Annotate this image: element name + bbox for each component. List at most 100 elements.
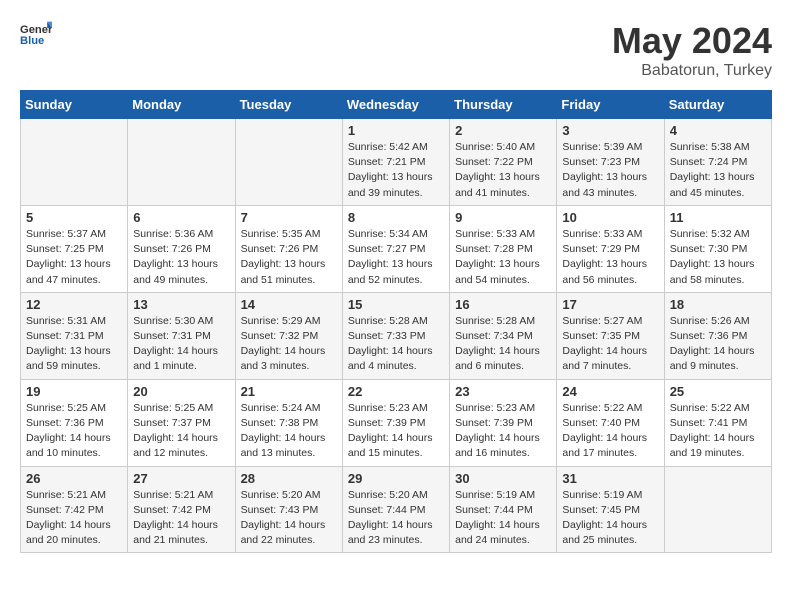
cell-details: Sunrise: 5:24 AM Sunset: 7:38 PM Dayligh… (241, 401, 337, 462)
day-number: 22 (348, 384, 444, 399)
header-sunday: Sunday (21, 91, 128, 119)
day-number: 17 (562, 297, 658, 312)
table-row: 25Sunrise: 5:22 AM Sunset: 7:41 PM Dayli… (664, 379, 771, 466)
cell-details: Sunrise: 5:36 AM Sunset: 7:26 PM Dayligh… (133, 227, 229, 288)
day-number: 30 (455, 471, 551, 486)
day-number: 3 (562, 123, 658, 138)
day-number: 27 (133, 471, 229, 486)
day-number: 29 (348, 471, 444, 486)
calendar-body: 1Sunrise: 5:42 AM Sunset: 7:21 PM Daylig… (21, 119, 772, 553)
table-row: 11Sunrise: 5:32 AM Sunset: 7:30 PM Dayli… (664, 205, 771, 292)
day-number: 16 (455, 297, 551, 312)
day-number: 2 (455, 123, 551, 138)
cell-details: Sunrise: 5:21 AM Sunset: 7:42 PM Dayligh… (26, 488, 122, 549)
table-row: 8 Sunrise: 5:34 AM Sunset: 7:27 PM Daylig… (342, 205, 449, 292)
week-row-1: 5 Sunrise: 5:37 AM Sunset: 7:25 PM Daylig… (21, 205, 772, 292)
cell-details: Sunrise: 5:27 AM Sunset: 7:35 PM Dayligh… (562, 314, 658, 375)
cell-details: Sunrise: 5:38 AM Sunset: 7:24 PM Dayligh… (670, 140, 766, 201)
title-area: May 2024 Babatorun, Turkey (612, 20, 772, 80)
day-number: 6 (133, 210, 229, 225)
table-row: 5 Sunrise: 5:37 AM Sunset: 7:25 PM Daylig… (21, 205, 128, 292)
day-number: 12 (26, 297, 122, 312)
table-row: 4 Sunrise: 5:38 AM Sunset: 7:24 PM Daylig… (664, 119, 771, 206)
cell-details: Sunrise: 5:19 AM Sunset: 7:44 PM Dayligh… (455, 488, 551, 549)
logo: General Blue (20, 20, 52, 48)
cell-details: Sunrise: 5:20 AM Sunset: 7:43 PM Dayligh… (241, 488, 337, 549)
day-number: 9 (455, 210, 551, 225)
header-saturday: Saturday (664, 91, 771, 119)
day-number: 23 (455, 384, 551, 399)
day-number: 15 (348, 297, 444, 312)
cell-details: Sunrise: 5:19 AM Sunset: 7:45 PM Dayligh… (562, 488, 658, 549)
weekday-header-row: Sunday Monday Tuesday Wednesday Thursday… (21, 91, 772, 119)
cell-details: Sunrise: 5:26 AM Sunset: 7:36 PM Dayligh… (670, 314, 766, 375)
table-row (664, 466, 771, 553)
cell-details: Sunrise: 5:33 AM Sunset: 7:28 PM Dayligh… (455, 227, 551, 288)
table-row: 15Sunrise: 5:28 AM Sunset: 7:33 PM Dayli… (342, 292, 449, 379)
header-monday: Monday (128, 91, 235, 119)
day-number: 18 (670, 297, 766, 312)
table-row: 21Sunrise: 5:24 AM Sunset: 7:38 PM Dayli… (235, 379, 342, 466)
day-number: 7 (241, 210, 337, 225)
cell-details: Sunrise: 5:31 AM Sunset: 7:31 PM Dayligh… (26, 314, 122, 375)
cell-details: Sunrise: 5:23 AM Sunset: 7:39 PM Dayligh… (348, 401, 444, 462)
table-row: 16 Sunrise: 5:28 AM Sunset: 7:34 PM Dayli… (450, 292, 557, 379)
day-number: 14 (241, 297, 337, 312)
cell-details: Sunrise: 5:33 AM Sunset: 7:29 PM Dayligh… (562, 227, 658, 288)
week-row-3: 19Sunrise: 5:25 AM Sunset: 7:36 PM Dayli… (21, 379, 772, 466)
table-row: 17 Sunrise: 5:27 AM Sunset: 7:35 PM Dayli… (557, 292, 664, 379)
day-number: 19 (26, 384, 122, 399)
cell-details: Sunrise: 5:39 AM Sunset: 7:23 PM Dayligh… (562, 140, 658, 201)
cell-details: Sunrise: 5:28 AM Sunset: 7:34 PM Dayligh… (455, 314, 551, 375)
table-row: 14 Sunrise: 5:29 AM Sunset: 7:32 PM Dayli… (235, 292, 342, 379)
logo-icon: General Blue (20, 20, 52, 48)
table-row: 9 Sunrise: 5:33 AM Sunset: 7:28 PM Daylig… (450, 205, 557, 292)
table-row: 12 Sunrise: 5:31 AM Sunset: 7:31 PM Dayli… (21, 292, 128, 379)
day-number: 1 (348, 123, 444, 138)
table-row: 26 Sunrise: 5:21 AM Sunset: 7:42 PM Dayli… (21, 466, 128, 553)
header-wednesday: Wednesday (342, 91, 449, 119)
cell-details: Sunrise: 5:23 AM Sunset: 7:39 PM Dayligh… (455, 401, 551, 462)
table-row: 28 Sunrise: 5:20 AM Sunset: 7:43 PM Dayli… (235, 466, 342, 553)
week-row-4: 26 Sunrise: 5:21 AM Sunset: 7:42 PM Dayli… (21, 466, 772, 553)
table-row: 23 Sunrise: 5:23 AM Sunset: 7:39 PM Dayli… (450, 379, 557, 466)
week-row-2: 12 Sunrise: 5:31 AM Sunset: 7:31 PM Dayli… (21, 292, 772, 379)
calendar-table: Sunday Monday Tuesday Wednesday Thursday… (20, 90, 772, 553)
calendar-header: General Blue May 2024 Babatorun, Turkey (20, 20, 772, 80)
cell-details: Sunrise: 5:30 AM Sunset: 7:31 PM Dayligh… (133, 314, 229, 375)
table-row: 7 Sunrise: 5:35 AM Sunset: 7:26 PM Daylig… (235, 205, 342, 292)
week-row-0: 1Sunrise: 5:42 AM Sunset: 7:21 PM Daylig… (21, 119, 772, 206)
table-row: 2 Sunrise: 5:40 AM Sunset: 7:22 PM Daylig… (450, 119, 557, 206)
table-row (235, 119, 342, 206)
table-row: 20Sunrise: 5:25 AM Sunset: 7:37 PM Dayli… (128, 379, 235, 466)
table-row: 27 Sunrise: 5:21 AM Sunset: 7:42 PM Dayli… (128, 466, 235, 553)
header-friday: Friday (557, 91, 664, 119)
cell-details: Sunrise: 5:37 AM Sunset: 7:25 PM Dayligh… (26, 227, 122, 288)
table-row (128, 119, 235, 206)
day-number: 26 (26, 471, 122, 486)
day-number: 8 (348, 210, 444, 225)
table-row: 18 Sunrise: 5:26 AM Sunset: 7:36 PM Dayli… (664, 292, 771, 379)
header-tuesday: Tuesday (235, 91, 342, 119)
svg-text:Blue: Blue (20, 35, 44, 47)
table-row: 3 Sunrise: 5:39 AM Sunset: 7:23 PM Daylig… (557, 119, 664, 206)
table-row: 30 Sunrise: 5:19 AM Sunset: 7:44 PM Dayli… (450, 466, 557, 553)
cell-details: Sunrise: 5:22 AM Sunset: 7:40 PM Dayligh… (562, 401, 658, 462)
table-row (21, 119, 128, 206)
cell-details: Sunrise: 5:35 AM Sunset: 7:26 PM Dayligh… (241, 227, 337, 288)
cell-details: Sunrise: 5:20 AM Sunset: 7:44 PM Dayligh… (348, 488, 444, 549)
table-row: 13 Sunrise: 5:30 AM Sunset: 7:31 PM Dayli… (128, 292, 235, 379)
calendar-subtitle: Babatorun, Turkey (612, 62, 772, 80)
header-thursday: Thursday (450, 91, 557, 119)
cell-details: Sunrise: 5:29 AM Sunset: 7:32 PM Dayligh… (241, 314, 337, 375)
table-row: 19Sunrise: 5:25 AM Sunset: 7:36 PM Dayli… (21, 379, 128, 466)
day-number: 28 (241, 471, 337, 486)
day-number: 5 (26, 210, 122, 225)
day-number: 13 (133, 297, 229, 312)
day-number: 4 (670, 123, 766, 138)
cell-details: Sunrise: 5:40 AM Sunset: 7:22 PM Dayligh… (455, 140, 551, 201)
cell-details: Sunrise: 5:21 AM Sunset: 7:42 PM Dayligh… (133, 488, 229, 549)
cell-details: Sunrise: 5:34 AM Sunset: 7:27 PM Dayligh… (348, 227, 444, 288)
day-number: 10 (562, 210, 658, 225)
day-number: 25 (670, 384, 766, 399)
